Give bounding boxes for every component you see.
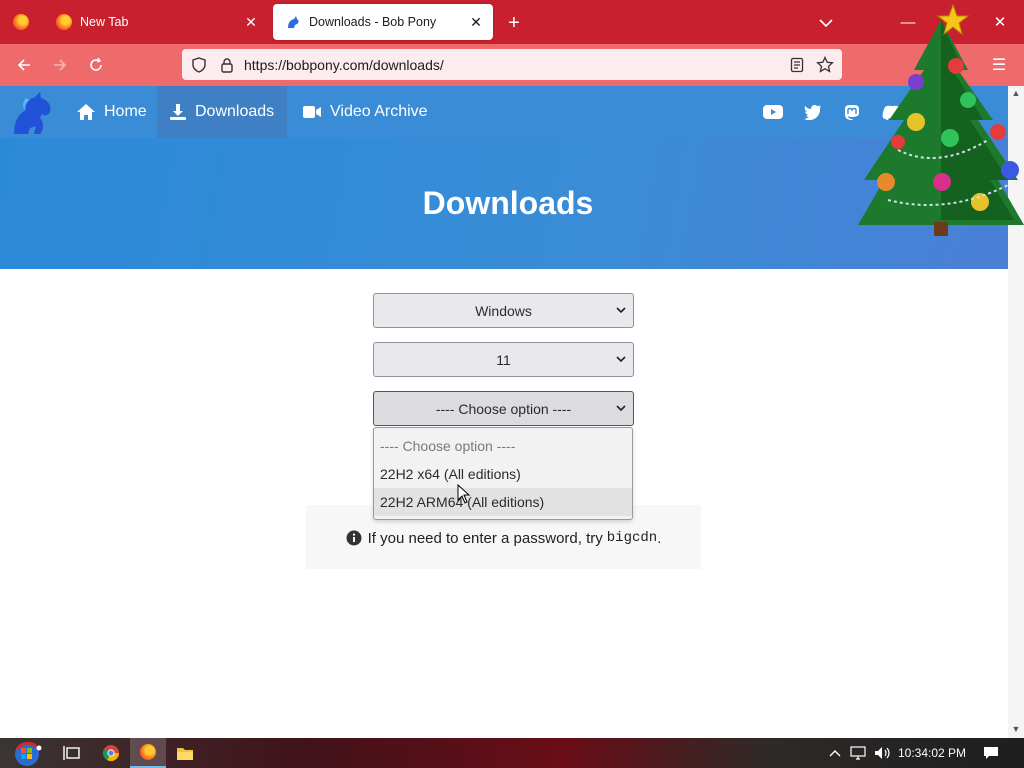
- minimize-button[interactable]: —: [885, 0, 931, 44]
- chevron-down-icon: [616, 356, 626, 363]
- windows-taskbar: 10:34:02 PM: [0, 738, 1024, 768]
- nav-video-archive[interactable]: Video Archive: [290, 86, 440, 138]
- show-hidden-icons-button[interactable]: [826, 738, 844, 768]
- info-end: .: [657, 529, 662, 547]
- os-select[interactable]: Windows: [373, 293, 634, 328]
- close-tab-icon[interactable]: ✕: [465, 11, 487, 33]
- page-scrollbar[interactable]: ▲ ▼: [1008, 86, 1024, 738]
- hero-banner: Downloads: [0, 138, 1008, 269]
- scroll-down-icon[interactable]: ▼: [1011, 724, 1021, 734]
- os-select-value: Windows: [475, 302, 532, 319]
- firefox-icon: [13, 14, 29, 30]
- video-icon: [303, 106, 321, 118]
- page-title: Downloads: [422, 185, 594, 221]
- discord-icon[interactable]: [876, 86, 908, 138]
- network-icon[interactable]: [848, 738, 870, 768]
- download-icon: [170, 104, 186, 120]
- tab-downloads-bob-pony[interactable]: Downloads - Bob Pony ✕: [273, 4, 493, 40]
- build-select-value: ---- Choose option ----: [435, 400, 572, 417]
- firefox-icon: [140, 744, 156, 760]
- firefox-taskbar-icon[interactable]: [130, 738, 166, 768]
- scroll-up-icon[interactable]: ▲: [1011, 88, 1021, 98]
- nav-home[interactable]: Home: [64, 86, 159, 138]
- browser-tab-bar: New Tab ✕ Downloads - Bob Pony ✕ + — ✕: [0, 0, 1024, 44]
- chevron-down-icon: [616, 307, 626, 314]
- home-icon: [77, 104, 95, 120]
- tab-new-tab[interactable]: New Tab ✕: [44, 4, 268, 40]
- nav-downloads-label: Downloads: [195, 103, 275, 120]
- firefox-view-button[interactable]: [8, 10, 34, 34]
- close-window-button[interactable]: ✕: [977, 0, 1023, 44]
- mastodon-icon[interactable]: [836, 86, 868, 138]
- shield-icon[interactable]: [188, 54, 210, 76]
- lock-icon[interactable]: [216, 54, 238, 76]
- info-icon: [346, 530, 362, 546]
- dropdown-option[interactable]: 22H2 x64 (All editions): [374, 460, 632, 488]
- address-bar[interactable]: https://bobpony.com/downloads/: [182, 49, 842, 80]
- new-tab-button[interactable]: +: [500, 10, 528, 36]
- chevron-down-icon: [819, 19, 833, 28]
- bookmark-star-icon[interactable]: [814, 54, 836, 76]
- close-tab-icon[interactable]: ✕: [240, 11, 262, 33]
- info-text: If you need to enter a password, try: [367, 529, 603, 547]
- file-explorer-icon[interactable]: [167, 738, 203, 768]
- volume-icon[interactable]: [872, 738, 894, 768]
- dropdown-option[interactable]: ---- Choose option ----: [374, 432, 632, 460]
- tab-title: New Tab: [80, 15, 129, 29]
- mouse-cursor-icon: [457, 484, 471, 504]
- url-text: https://bobpony.com/downloads/: [244, 56, 444, 73]
- nav-home-label: Home: [104, 103, 147, 120]
- forward-button[interactable]: [45, 50, 75, 80]
- firefox-icon: [56, 14, 72, 30]
- reload-icon: [90, 57, 102, 71]
- reader-view-icon[interactable]: [786, 54, 808, 76]
- nav-downloads[interactable]: Downloads: [157, 86, 287, 138]
- twitter-icon[interactable]: [797, 86, 829, 138]
- chevron-down-icon: [616, 405, 626, 412]
- build-select-dropdown: ---- Choose option ---- 22H2 x64 (All ed…: [373, 427, 633, 520]
- build-select[interactable]: ---- Choose option ----: [373, 391, 634, 426]
- hamburger-menu-icon[interactable]: ☰: [988, 54, 1010, 76]
- taskbar-clock[interactable]: 10:34:02 PM: [898, 738, 966, 768]
- windows-start-icon: [15, 741, 42, 766]
- back-button[interactable]: [9, 50, 39, 80]
- start-button[interactable]: [8, 738, 46, 768]
- info-code: bigcdn: [606, 530, 658, 546]
- youtube-icon[interactable]: [757, 86, 789, 138]
- version-select-value: 11: [496, 351, 511, 368]
- back-arrow-icon: [17, 59, 30, 71]
- forward-arrow-icon: [54, 59, 67, 71]
- dropdown-option[interactable]: 22H2 ARM64 (All editions): [374, 488, 632, 516]
- nav-video-archive-label: Video Archive: [330, 103, 428, 120]
- tab-title: Downloads - Bob Pony: [309, 15, 437, 29]
- chevron-up-icon: [829, 750, 841, 757]
- notification-center-icon[interactable]: [980, 738, 1002, 768]
- pony-favicon-icon: [285, 14, 301, 30]
- chrome-icon[interactable]: [93, 738, 129, 768]
- task-view-icon[interactable]: [54, 738, 90, 768]
- version-select[interactable]: 11: [373, 342, 634, 377]
- browser-toolbar: https://bobpony.com/downloads/ ☰: [0, 44, 1024, 86]
- list-all-tabs-button[interactable]: [812, 10, 840, 36]
- site-navbar: Home Downloads Video Archive: [0, 86, 1008, 138]
- reload-button[interactable]: [81, 50, 111, 80]
- bob-pony-logo[interactable]: [10, 88, 60, 138]
